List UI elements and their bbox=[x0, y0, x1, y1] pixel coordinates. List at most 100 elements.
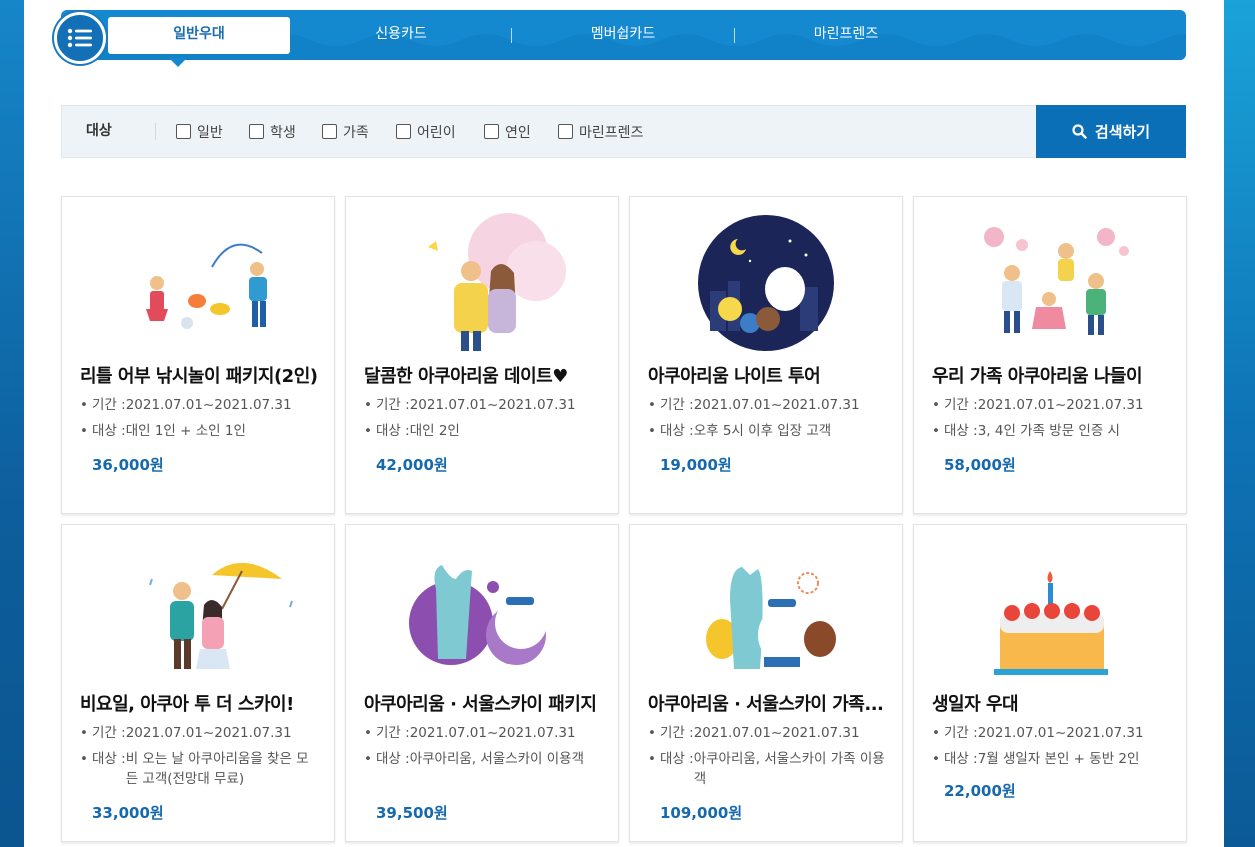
target-key: 대상 : bbox=[376, 751, 410, 767]
card-price: 36,000원 bbox=[92, 456, 164, 474]
period-key: 기간 : bbox=[660, 397, 694, 413]
target-key: 대상 : bbox=[660, 751, 694, 767]
card-target: • 대상 : 대인 2인 bbox=[364, 421, 604, 441]
period-key: 기간 : bbox=[92, 397, 126, 413]
period-value: 2021.07.01~2021.07.31 bbox=[693, 397, 860, 413]
aquarium-sky-package-illustration bbox=[409, 565, 547, 665]
tab-divider bbox=[511, 28, 512, 43]
tab-credit-card[interactable]: 신용카드 bbox=[321, 10, 481, 60]
card-price: 109,000원 bbox=[660, 804, 743, 822]
target-value: 대인 2인 bbox=[409, 423, 460, 439]
left-ocean-backdrop bbox=[0, 0, 24, 847]
target-key: 대상 : bbox=[944, 423, 978, 439]
period-key: 기간 : bbox=[376, 397, 410, 413]
option-label: 가족 bbox=[343, 124, 369, 141]
period-key: 기간 : bbox=[944, 397, 978, 413]
promo-card[interactable]: 아쿠아리움 나이트 투어 • 기간 : 2021.07.01~2021.07.31… bbox=[629, 196, 903, 514]
checkbox[interactable] bbox=[396, 124, 411, 139]
promo-card[interactable]: 비요일, 아쿠아 투 더 스카이! • 기간 : 2021.07.01~2021.… bbox=[61, 524, 335, 842]
card-title: 아쿠아리움 나이트 투어 bbox=[648, 366, 821, 387]
filter-option-child[interactable]: 어린이 bbox=[396, 106, 456, 157]
tab-general[interactable]: 일반우대 bbox=[108, 17, 290, 54]
period-value: 2021.07.01~2021.07.31 bbox=[125, 725, 292, 741]
couple-date-illustration bbox=[428, 213, 566, 351]
target-value: 대인 1인 + 소인 1인 bbox=[125, 423, 246, 439]
promo-card[interactable]: 생일자 우대 • 기간 : 2021.07.01~2021.07.31 • 대상 :… bbox=[913, 524, 1187, 842]
target-value: 3, 4인 가족 방문 인증 시 bbox=[977, 423, 1120, 439]
card-period: • 기간 : 2021.07.01~2021.07.31 bbox=[932, 395, 1172, 415]
card-price: 42,000원 bbox=[376, 456, 448, 474]
card-target: • 대상 : 아쿠아리움, 서울스카이 이용객 bbox=[364, 749, 604, 769]
right-ocean-backdrop bbox=[1224, 0, 1255, 847]
option-label: 학생 bbox=[270, 124, 296, 141]
target-filter-bar: 대상 일반 학생 가족 어린이 연인 마린프렌즈 검색하기 bbox=[61, 105, 1186, 158]
promo-card[interactable]: 달콤한 아쿠아리움 데이트♥ • 기간 : 2021.07.01~2021.07.… bbox=[345, 196, 619, 514]
tab-marine-friends[interactable]: 마린프렌즈 bbox=[766, 10, 926, 60]
card-price: 19,000원 bbox=[660, 456, 732, 474]
checkbox[interactable] bbox=[322, 124, 337, 139]
card-period: • 기간 : 2021.07.01~2021.07.31 bbox=[364, 395, 604, 415]
card-price: 33,000원 bbox=[92, 804, 164, 822]
period-key: 기간 : bbox=[92, 725, 126, 741]
promo-card[interactable]: 아쿠아리움 · 서울스카이 가족... • 기간 : 2021.07.01~202… bbox=[629, 524, 903, 842]
option-label: 일반 bbox=[197, 124, 223, 141]
card-target: • 대상 : 대인 1인 + 소인 1인 bbox=[80, 421, 320, 441]
option-label: 연인 bbox=[505, 124, 531, 141]
category-tabbar: 일반우대 신용카드 멤버쉽카드 마린프렌즈 bbox=[61, 10, 1186, 60]
card-title: 리틀 어부 낚시놀이 패키지(2인) bbox=[80, 366, 318, 387]
period-key: 기간 : bbox=[660, 725, 694, 741]
target-key: 대상 : bbox=[92, 751, 126, 767]
rainy-day-illustration bbox=[149, 562, 293, 669]
birthday-cake-illustration bbox=[994, 571, 1108, 675]
filter-option-couple[interactable]: 연인 bbox=[484, 106, 531, 157]
target-key: 대상 : bbox=[944, 751, 978, 767]
checkbox[interactable] bbox=[558, 124, 573, 139]
target-key: 대상 : bbox=[660, 423, 694, 439]
card-price: 39,500원 bbox=[376, 804, 448, 822]
card-target: • 대상 : 비 오는 날 아쿠아리움을 찾은 모든 고객(전망대 무료) bbox=[80, 749, 320, 789]
list-menu-icon bbox=[67, 28, 92, 48]
card-price: 58,000원 bbox=[944, 456, 1016, 474]
target-value: 아쿠아리움, 서울스카이 가족 이용객 bbox=[693, 751, 885, 787]
checkbox[interactable] bbox=[249, 124, 264, 139]
card-title: 생일자 우대 bbox=[932, 694, 1019, 715]
search-icon bbox=[1072, 124, 1087, 139]
period-key: 기간 : bbox=[376, 725, 410, 741]
promo-card[interactable]: 리틀 어부 낚시놀이 패키지(2인) • 기간 : 2021.07.01~2021… bbox=[61, 196, 335, 514]
card-period: • 기간 : 2021.07.01~2021.07.31 bbox=[648, 395, 888, 415]
card-title: 달콤한 아쿠아리움 데이트♥ bbox=[364, 366, 568, 387]
period-value: 2021.07.01~2021.07.31 bbox=[409, 397, 576, 413]
target-value: 아쿠아리움, 서울스카이 이용객 bbox=[409, 751, 585, 767]
filter-option-general[interactable]: 일반 bbox=[176, 106, 223, 157]
target-value: 오후 5시 이후 입장 고객 bbox=[693, 423, 832, 439]
filter-option-marine-friends[interactable]: 마린프렌즈 bbox=[558, 106, 643, 157]
menu-button[interactable] bbox=[54, 12, 106, 64]
period-value: 2021.07.01~2021.07.31 bbox=[409, 725, 576, 741]
card-title: 아쿠아리움 · 서울스카이 가족... bbox=[648, 694, 884, 715]
search-button[interactable]: 검색하기 bbox=[1036, 105, 1186, 158]
fishing-illustration bbox=[146, 243, 267, 329]
target-value: 비 오는 날 아쿠아리움을 찾은 모든 고객(전망대 무료) bbox=[125, 751, 309, 787]
target-value: 7월 생일자 본인 + 동반 2인 bbox=[977, 751, 1140, 767]
card-target: • 대상 : 아쿠아리움, 서울스카이 가족 이용객 bbox=[648, 749, 888, 789]
page-content: 일반우대 신용카드 멤버쉽카드 마린프렌즈 대상 일반 학생 가족 어린이 연인… bbox=[24, 0, 1224, 847]
search-button-label: 검색하기 bbox=[1094, 123, 1151, 141]
checkbox[interactable] bbox=[484, 124, 499, 139]
period-value: 2021.07.01~2021.07.31 bbox=[693, 725, 860, 741]
option-label: 마린프렌즈 bbox=[579, 124, 644, 141]
filter-option-student[interactable]: 학생 bbox=[249, 106, 296, 157]
card-title: 우리 가족 아쿠아리움 나들이 bbox=[932, 366, 1143, 387]
promo-card[interactable]: 우리 가족 아쿠아리움 나들이 • 기간 : 2021.07.01~2021.07… bbox=[913, 196, 1187, 514]
filter-label: 대상 bbox=[86, 123, 112, 139]
tab-divider bbox=[734, 28, 735, 43]
filter-option-family[interactable]: 가족 bbox=[322, 106, 369, 157]
card-target: • 대상 : 3, 4인 가족 방문 인증 시 bbox=[932, 421, 1172, 441]
card-target: • 대상 : 7월 생일자 본인 + 동반 2인 bbox=[932, 749, 1172, 769]
tab-membership-card[interactable]: 멤버쉽카드 bbox=[543, 10, 703, 60]
promo-card[interactable]: 아쿠아리움 · 서울스카이 패키지 • 기간 : 2021.07.01~2021.… bbox=[345, 524, 619, 842]
period-value: 2021.07.01~2021.07.31 bbox=[977, 397, 1144, 413]
card-title: 비요일, 아쿠아 투 더 스카이! bbox=[80, 694, 294, 715]
checkbox[interactable] bbox=[176, 124, 191, 139]
target-key: 대상 : bbox=[92, 423, 126, 439]
filter-divider bbox=[155, 123, 156, 140]
